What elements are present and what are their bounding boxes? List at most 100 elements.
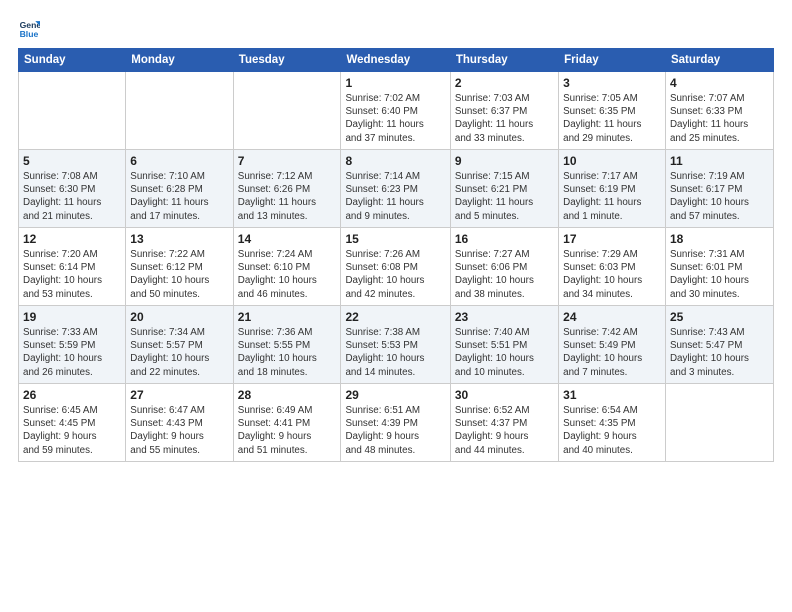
day-info: Sunrise: 6:49 AMSunset: 4:41 PMDaylight:… [238,404,337,457]
calendar-cell: 19Sunrise: 7:33 AMSunset: 5:59 PMDayligh… [19,306,126,384]
day-info: Sunrise: 7:20 AMSunset: 6:14 PMDaylight:… [23,248,121,301]
day-number: 6 [130,154,228,168]
day-info: Sunrise: 7:14 AMSunset: 6:23 PMDaylight:… [345,170,445,223]
calendar-cell [233,72,341,150]
day-info: Sunrise: 7:43 AMSunset: 5:47 PMDaylight:… [670,326,769,379]
header: General Blue [18,18,774,40]
day-info: Sunrise: 7:34 AMSunset: 5:57 PMDaylight:… [130,326,228,379]
day-number: 1 [345,76,445,90]
weekday-header-friday: Friday [559,49,666,72]
calendar-cell [19,72,126,150]
day-info: Sunrise: 6:51 AMSunset: 4:39 PMDaylight:… [345,404,445,457]
day-info: Sunrise: 7:24 AMSunset: 6:10 PMDaylight:… [238,248,337,301]
day-number: 8 [345,154,445,168]
calendar-cell: 16 Sunrise: 7:27 AMSunset: 6:06 PMDayligh… [450,228,558,306]
day-info: Sunrise: 6:45 AMSunset: 4:45 PMDaylight:… [23,404,121,457]
calendar-cell: 30Sunrise: 6:52 AMSunset: 4:37 PMDayligh… [450,384,558,462]
day-info: Sunrise: 7:08 AMSunset: 6:30 PMDaylight:… [23,170,121,223]
day-info: Sunrise: 7:19 AMSunset: 6:17 PMDaylight:… [670,170,769,223]
day-number: 10 [563,154,661,168]
calendar-cell [665,384,773,462]
calendar-cell: 4 Sunrise: 7:07 AMSunset: 6:33 PMDaylight… [665,72,773,150]
calendar-table: SundayMondayTuesdayWednesdayThursdayFrid… [18,48,774,462]
day-info: Sunrise: 7:17 AMSunset: 6:19 PMDaylight:… [563,170,661,223]
day-number: 9 [455,154,554,168]
day-info: Sunrise: 7:27 AMSunset: 6:06 PMDaylight:… [455,248,554,301]
calendar-cell: 1 Sunrise: 7:02 AMSunset: 6:40 PMDaylight… [341,72,450,150]
calendar-cell [126,72,233,150]
day-info: Sunrise: 7:26 AMSunset: 6:08 PMDaylight:… [345,248,445,301]
calendar-cell: 3 Sunrise: 7:05 AMSunset: 6:35 PMDaylight… [559,72,666,150]
calendar-cell: 13Sunrise: 7:22 AMSunset: 6:12 PMDayligh… [126,228,233,306]
calendar-cell: 7 Sunrise: 7:12 AMSunset: 6:26 PMDaylight… [233,150,341,228]
day-number: 3 [563,76,661,90]
day-number: 11 [670,154,769,168]
day-number: 12 [23,232,121,246]
calendar-cell: 6Sunrise: 7:10 AMSunset: 6:28 PMDaylight… [126,150,233,228]
day-info: Sunrise: 7:15 AMSunset: 6:21 PMDaylight:… [455,170,554,223]
day-number: 26 [23,388,121,402]
day-number: 28 [238,388,337,402]
day-number: 19 [23,310,121,324]
calendar-cell: 10 Sunrise: 7:17 AMSunset: 6:19 PMDayligh… [559,150,666,228]
calendar-cell: 23 Sunrise: 7:40 AMSunset: 5:51 PMDayligh… [450,306,558,384]
day-number: 25 [670,310,769,324]
day-info: Sunrise: 7:40 AMSunset: 5:51 PMDaylight:… [455,326,554,379]
day-number: 22 [345,310,445,324]
calendar-cell: 14Sunrise: 7:24 AMSunset: 6:10 PMDayligh… [233,228,341,306]
day-number: 21 [238,310,337,324]
day-number: 27 [130,388,228,402]
day-number: 5 [23,154,121,168]
week-row-4: 19Sunrise: 7:33 AMSunset: 5:59 PMDayligh… [19,306,774,384]
day-info: Sunrise: 7:38 AMSunset: 5:53 PMDaylight:… [345,326,445,379]
calendar-cell: 2Sunrise: 7:03 AMSunset: 6:37 PMDaylight… [450,72,558,150]
weekday-header-tuesday: Tuesday [233,49,341,72]
day-info: Sunrise: 7:42 AMSunset: 5:49 PMDaylight:… [563,326,661,379]
weekday-header-thursday: Thursday [450,49,558,72]
calendar-cell: 22 Sunrise: 7:38 AMSunset: 5:53 PMDayligh… [341,306,450,384]
day-number: 7 [238,154,337,168]
day-number: 4 [670,76,769,90]
day-info: Sunrise: 7:29 AMSunset: 6:03 PMDaylight:… [563,248,661,301]
day-info: Sunrise: 7:07 AMSunset: 6:33 PMDaylight:… [670,92,769,145]
calendar-cell: 28 Sunrise: 6:49 AMSunset: 4:41 PMDayligh… [233,384,341,462]
calendar-cell: 15 Sunrise: 7:26 AMSunset: 6:08 PMDayligh… [341,228,450,306]
day-info: Sunrise: 6:47 AMSunset: 4:43 PMDaylight:… [130,404,228,457]
day-info: Sunrise: 6:54 AMSunset: 4:35 PMDaylight:… [563,404,661,457]
calendar-cell: 26 Sunrise: 6:45 AMSunset: 4:45 PMDayligh… [19,384,126,462]
day-number: 31 [563,388,661,402]
day-number: 24 [563,310,661,324]
calendar-cell: 29 Sunrise: 6:51 AMSunset: 4:39 PMDayligh… [341,384,450,462]
calendar-cell: 11 Sunrise: 7:19 AMSunset: 6:17 PMDayligh… [665,150,773,228]
day-number: 17 [563,232,661,246]
week-row-2: 5 Sunrise: 7:08 AMSunset: 6:30 PMDaylight… [19,150,774,228]
week-row-1: 1 Sunrise: 7:02 AMSunset: 6:40 PMDaylight… [19,72,774,150]
day-number: 23 [455,310,554,324]
logo: General Blue [18,18,44,40]
day-info: Sunrise: 7:05 AMSunset: 6:35 PMDaylight:… [563,92,661,145]
day-number: 15 [345,232,445,246]
day-info: Sunrise: 7:31 AMSunset: 6:01 PMDaylight:… [670,248,769,301]
week-row-3: 12 Sunrise: 7:20 AMSunset: 6:14 PMDayligh… [19,228,774,306]
day-info: Sunrise: 7:36 AMSunset: 5:55 PMDaylight:… [238,326,337,379]
day-number: 18 [670,232,769,246]
calendar-cell: 21 Sunrise: 7:36 AMSunset: 5:55 PMDayligh… [233,306,341,384]
calendar-cell: 9 Sunrise: 7:15 AMSunset: 6:21 PMDaylight… [450,150,558,228]
svg-text:Blue: Blue [20,29,39,39]
weekday-header-row: SundayMondayTuesdayWednesdayThursdayFrid… [19,49,774,72]
calendar-cell: 31 Sunrise: 6:54 AMSunset: 4:35 PMDayligh… [559,384,666,462]
calendar-cell: 12 Sunrise: 7:20 AMSunset: 6:14 PMDayligh… [19,228,126,306]
calendar-cell: 5 Sunrise: 7:08 AMSunset: 6:30 PMDaylight… [19,150,126,228]
day-info: Sunrise: 6:52 AMSunset: 4:37 PMDaylight:… [455,404,554,457]
day-info: Sunrise: 7:02 AMSunset: 6:40 PMDaylight:… [345,92,445,145]
calendar-cell: 8 Sunrise: 7:14 AMSunset: 6:23 PMDaylight… [341,150,450,228]
day-number: 16 [455,232,554,246]
weekday-header-monday: Monday [126,49,233,72]
day-info: Sunrise: 7:12 AMSunset: 6:26 PMDaylight:… [238,170,337,223]
calendar-cell: 17 Sunrise: 7:29 AMSunset: 6:03 PMDayligh… [559,228,666,306]
calendar-cell: 24 Sunrise: 7:42 AMSunset: 5:49 PMDayligh… [559,306,666,384]
weekday-header-sunday: Sunday [19,49,126,72]
day-number: 29 [345,388,445,402]
day-number: 13 [130,232,228,246]
calendar-cell: 20Sunrise: 7:34 AMSunset: 5:57 PMDayligh… [126,306,233,384]
